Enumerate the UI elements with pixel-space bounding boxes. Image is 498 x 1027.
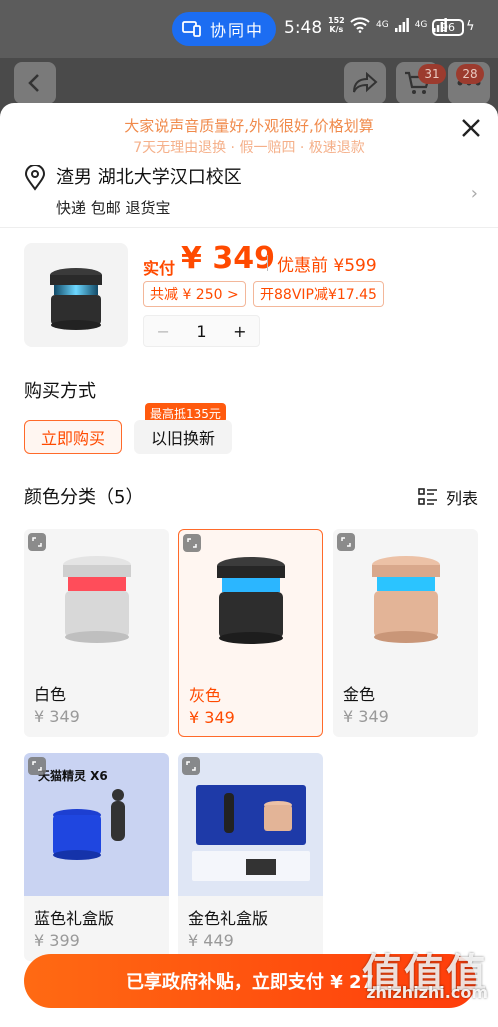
- color-name: 金色礼盒版: [188, 909, 269, 928]
- color-option-white[interactable]: 白色 ¥ 349: [24, 529, 169, 737]
- charging-icon: ϟ: [466, 19, 475, 34]
- color-name: 白色: [34, 685, 67, 704]
- close-icon[interactable]: [460, 117, 482, 139]
- zoom-icon[interactable]: [28, 757, 46, 775]
- promo-service-line: 7天无理由退换 · 假一赔四 · 极速退款: [133, 140, 365, 156]
- color-option-blue-gift-box[interactable]: 天猫精灵 X6 蓝色礼盒版 ¥ 399: [24, 753, 169, 961]
- location-pin-icon: [24, 165, 46, 191]
- color-name: 蓝色礼盒版: [34, 909, 115, 928]
- share-icon: [353, 72, 378, 93]
- list-view-label: 列表: [445, 489, 478, 508]
- original-price: 优惠前 ¥599: [277, 256, 377, 276]
- separator: [267, 255, 268, 271]
- signal-2-label: 4G: [414, 20, 428, 30]
- watermark-url: zhizhizhi.com: [366, 983, 488, 1002]
- collaboration-pill[interactable]: 协同中: [172, 12, 276, 46]
- color-option-gold[interactable]: 金色 ¥ 349: [333, 529, 478, 737]
- speaker-blue-icon: [52, 788, 125, 860]
- zoom-icon[interactable]: [28, 533, 46, 551]
- net-speed-unit: K/s: [329, 25, 344, 34]
- gold-gift-box-image: [178, 753, 323, 896]
- trade-in-option[interactable]: 以旧换新: [134, 420, 232, 454]
- speaker-image-icon: [50, 268, 102, 330]
- cart-badge: 31: [418, 64, 446, 84]
- color-price: ¥ 399: [34, 931, 80, 950]
- collaboration-label: 协同中: [210, 21, 265, 40]
- gold-gift-box-icon: [191, 784, 310, 881]
- divider: [0, 227, 498, 228]
- color-name: 金色: [343, 685, 376, 704]
- share-button[interactable]: [344, 62, 386, 104]
- net-speed-value: 152: [328, 16, 345, 25]
- wifi-icon: [350, 17, 370, 33]
- back-button[interactable]: [14, 62, 56, 104]
- gift-box-brand-text: 天猫精灵 X6: [38, 769, 108, 783]
- zoom-icon[interactable]: [183, 534, 201, 552]
- quantity-value[interactable]: 1: [182, 322, 220, 341]
- color-option-gray[interactable]: 灰色 ¥ 349: [178, 529, 323, 737]
- discount-chip[interactable]: 共减 ¥ 250 >: [143, 281, 246, 307]
- address-name: 渣男 湖北大学汉口校区: [56, 167, 242, 188]
- speaker-gray-image: [179, 530, 322, 673]
- more-badge: 28: [456, 64, 484, 84]
- sku-selection-sheet: 大家说声音质量好,外观很好,价格划算 7天无理由退换 · 假一赔四 · 极速退款…: [0, 103, 498, 1027]
- color-price: ¥ 349: [34, 707, 80, 726]
- color-name: 灰色: [189, 686, 222, 705]
- list-icon: [418, 488, 437, 505]
- battery-level: 96: [441, 21, 455, 34]
- color-price: ¥ 349: [343, 707, 389, 726]
- network-speed: 152 K/s: [328, 16, 345, 34]
- increase-button[interactable]: +: [221, 322, 259, 341]
- pay-value: ¥ 349: [181, 241, 275, 276]
- status-bar: 协同中 5:48 152 K/s 4G 4G 96 ϟ: [0, 0, 498, 58]
- vip-discount-chip[interactable]: 开88VIP减¥17.45: [253, 281, 384, 307]
- battery-icon: 96: [432, 19, 464, 36]
- signal-bars-icon: [394, 18, 409, 32]
- pay-label: 实付: [143, 259, 176, 278]
- speaker-gold-image: [333, 529, 478, 672]
- multi-device-icon: [182, 21, 201, 37]
- color-price: ¥ 349: [189, 708, 235, 727]
- speaker-gray-icon: [216, 556, 285, 644]
- color-price: ¥ 449: [188, 931, 234, 950]
- list-view-toggle[interactable]: 列表: [418, 485, 478, 509]
- speaker-gold-icon: [371, 555, 440, 643]
- quantity-stepper: − 1 +: [143, 315, 260, 347]
- shipping-info: 快递 包邮 退货宝: [56, 199, 171, 217]
- buy-now-option[interactable]: 立即购买: [24, 420, 122, 454]
- zoom-icon[interactable]: [337, 533, 355, 551]
- blue-gift-box-image: 天猫精灵 X6: [24, 753, 169, 896]
- decrease-button[interactable]: −: [144, 322, 182, 341]
- color-option-gold-gift-box[interactable]: 金色礼盒版 ¥ 449: [178, 753, 323, 961]
- speaker-white-icon: [62, 555, 131, 643]
- color-category-title: 颜色分类（5）: [24, 487, 144, 508]
- clock: 5:48: [284, 18, 323, 38]
- signal-1-label: 4G: [376, 20, 389, 30]
- promo-review-line: 大家说声音质量好,外观很好,价格划算: [124, 117, 374, 135]
- zoom-icon[interactable]: [182, 757, 200, 775]
- chevron-left-icon: [28, 74, 39, 92]
- speaker-white-image: [24, 529, 169, 672]
- shipping-address[interactable]: 渣男 湖北大学汉口校区 快递 包邮 退货宝 ›: [24, 163, 484, 223]
- buy-method-title: 购买方式: [24, 381, 96, 402]
- product-thumbnail[interactable]: [24, 243, 128, 347]
- chevron-right-icon: ›: [470, 183, 478, 204]
